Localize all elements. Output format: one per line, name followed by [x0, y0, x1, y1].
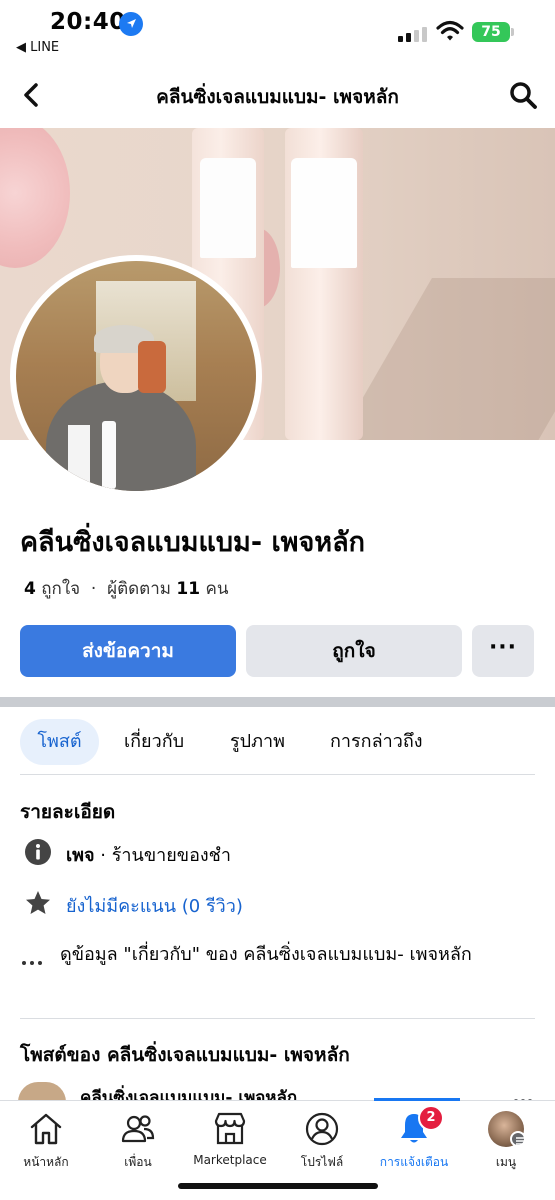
- tab-about[interactable]: เกี่ยวกับ: [124, 719, 184, 765]
- likes-label: ถูกใจ: [41, 579, 81, 599]
- cellular-signal-icon: [398, 26, 428, 42]
- like-page-button[interactable]: ถูกใจ: [246, 625, 462, 677]
- wifi-icon: [436, 20, 464, 41]
- page-name-heading: คลีนซิ่งเจลแบมแบม- เพจหลัก: [20, 527, 365, 558]
- stats-separator: ·: [90, 579, 97, 599]
- more-dots-icon: [22, 950, 46, 965]
- followers-count: 11: [176, 579, 201, 599]
- home-icon: [30, 1113, 62, 1145]
- top-nav-bar: คลีนซิ่งเจลแบมแบม- เพจหลัก: [0, 62, 555, 128]
- battery-tip: [511, 28, 514, 36]
- tabs-divider: [20, 774, 535, 775]
- marketplace-icon: [214, 1112, 246, 1145]
- tabbar-label: Marketplace: [193, 1153, 267, 1167]
- notification-badge: 2: [418, 1105, 444, 1131]
- category-type: เพจ: [66, 845, 95, 866]
- home-indicator[interactable]: [178, 1183, 378, 1189]
- info-icon: [25, 839, 51, 865]
- friends-icon: [121, 1115, 155, 1143]
- more-options-button[interactable]: ···: [472, 625, 534, 677]
- tabbar-label: โปรไฟล์: [300, 1155, 344, 1169]
- posts-heading: โพสต์ของ คลีนซิ่งเจลแบมแบม- เพจหลัก: [20, 1044, 350, 1066]
- page-stats[interactable]: 4 ถูกใจ · ผู้ติดตาม 11 คน: [24, 575, 228, 602]
- section-divider: [0, 697, 555, 707]
- tabbar-label: หน้าหลัก: [23, 1155, 69, 1169]
- followers-label: ผู้ติดตาม: [107, 579, 171, 599]
- page-title: คลีนซิ่งเจลแบมแบม- เพจหลัก: [156, 86, 399, 108]
- likes-count: 4: [24, 579, 36, 599]
- tabbar-home[interactable]: หน้าหลัก: [0, 1101, 92, 1181]
- tabbar-notifications[interactable]: 2 การแจ้งเตือน: [368, 1101, 460, 1181]
- status-bar: 20:40 ◀ LINE 75: [0, 0, 555, 62]
- post-author-name[interactable]: คลีนซิ่งเจลแบมแบม- เพจหลัก: [80, 1084, 297, 1100]
- location-arrow-icon: [119, 12, 143, 36]
- followers-unit: คน: [205, 579, 229, 599]
- avatar-product-bottle: [102, 421, 116, 489]
- tabbar-label: การแจ้งเตือน: [379, 1155, 449, 1169]
- profile-icon: [305, 1112, 339, 1146]
- profile-picture[interactable]: [10, 255, 262, 497]
- status-time: 20:40: [50, 9, 126, 35]
- tabbar-menu[interactable]: เมนู: [460, 1101, 552, 1181]
- tabbar-label: เพื่อน: [124, 1155, 152, 1169]
- tabbar-label: เมนู: [495, 1155, 517, 1169]
- category-name: · ร้านขายของชำ: [94, 845, 232, 866]
- avatar-phone: [138, 341, 166, 393]
- back-chevron-icon[interactable]: [18, 80, 46, 110]
- search-icon[interactable]: [508, 80, 538, 110]
- back-to-app-link[interactable]: ◀ LINE: [16, 40, 59, 55]
- tab-photos[interactable]: รูปภาพ: [230, 719, 285, 765]
- tabbar-profile[interactable]: โปรไฟล์: [276, 1101, 368, 1181]
- tabbar-friends[interactable]: เพื่อน: [92, 1101, 184, 1181]
- post-author-avatar[interactable]: [18, 1082, 66, 1102]
- about-link[interactable]: ดูข้อมูล "เกี่ยวกับ" ของ คลีนซิ่งเจลแบมแ…: [60, 940, 530, 970]
- rating-link[interactable]: ยังไม่มีคะแนน (0 รีวิว): [66, 891, 243, 920]
- product-bottle: [285, 128, 363, 440]
- details-heading: รายละเอียด: [20, 801, 116, 823]
- post-options-icon[interactable]: [514, 1088, 536, 1103]
- avatar-product-box: [68, 425, 90, 487]
- menu-lines-icon: [510, 1131, 526, 1147]
- tabbar-marketplace[interactable]: Marketplace: [184, 1101, 276, 1181]
- battery-indicator: 75: [472, 22, 510, 42]
- star-icon: [26, 891, 50, 914]
- tab-posts[interactable]: โพสต์: [20, 719, 99, 765]
- flower-decoration: [0, 128, 70, 268]
- tab-mentions[interactable]: การกล่าวถึง: [330, 719, 423, 765]
- details-divider: [20, 1018, 535, 1019]
- send-message-button[interactable]: ส่งข้อความ: [20, 625, 236, 677]
